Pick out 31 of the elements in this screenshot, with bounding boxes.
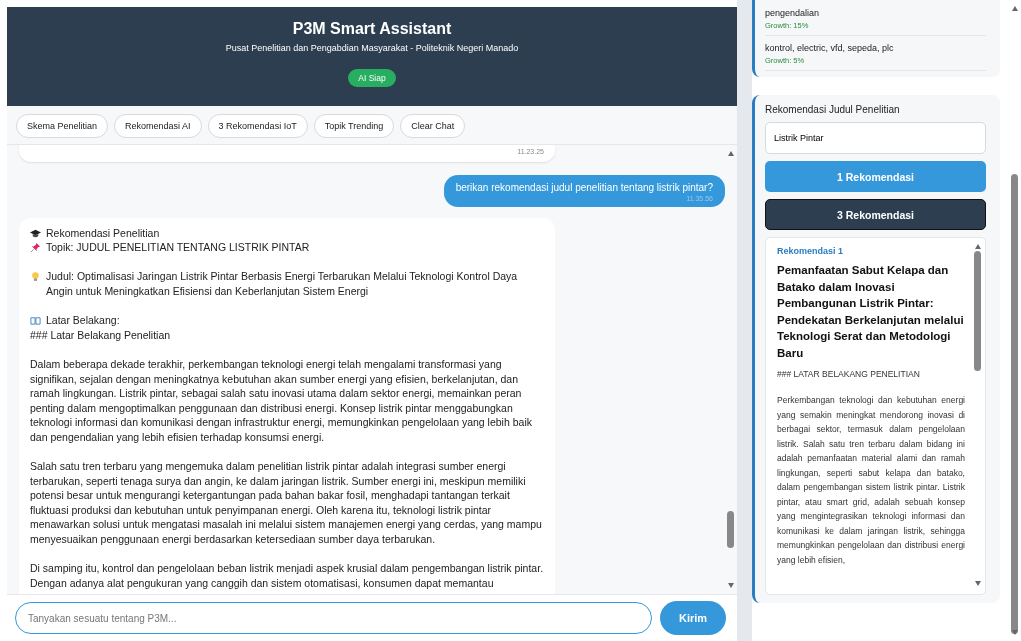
message-text: Rekomendasi Penelitian [46, 225, 160, 241]
result-title: Pemanfaatan Sabut Kelapa dan Batako dalam Inovasi Pembangunan Listrik Pintar: Pendekatan Berkelanjutan melalui Teknologi Serat dan Metodologi Baru [777, 263, 965, 361]
topic-keywords: pengendalian [765, 8, 821, 18]
open-book-icon [30, 315, 41, 327]
message-text: Latar Belakang: [46, 313, 120, 328]
quick-action-chip[interactable]: Skema Penelitian [16, 114, 109, 138]
quick-action-chip[interactable]: 3 Rekomendasi IoT [207, 114, 308, 138]
quick-action-chip[interactable]: Rekomendasi AI [114, 114, 202, 138]
app-title: P3M Smart Assistant [292, 20, 452, 38]
message-text: Dalam beberapa dekade terakhir, perkembangan teknologi energi telah mengalami transformasi yang signifikan, sejalan dengan meningkatnya kebutuhan akan sumber energi yang efisien, berkelanjutan, dan ramah lingkungan. Listrik pintar, sebagai salah satu inovasi utama dalam sektor energi, memainkan peran penting dalam mengoptimalkan penggunaan dan distribusi energi. Konsep listrik pintar menggabungkan teknologi informasi dan komunikasi dengan infrastruktur energi, memungkinkan pengelolaan yang lebih baik dan pengendalian yang lebih efisien terhadap konsumsi energi. [30, 356, 533, 445]
recommend-button[interactable]: 3 Rekomendasi [765, 199, 986, 230]
message-text: berikan rekomendasi judul penelitian tentang listrik pintar? [455, 181, 713, 193]
message-text: Judul: Optimalisasi Jaringan Listrik Pintar Berbasis Energi Terbarukan Melalui Teknologi Kontrol Daya Angin untuk Meningkatkan Efisiensi dan Keberlanjutan Sistem Energi [46, 269, 519, 299]
message-text: ### Latar Belakang Penelitian [30, 327, 171, 343]
section-heading: ### LATAR BELAKANG PENELITIAN [777, 369, 921, 379]
topic-input[interactable]: Listrik Pintar [765, 122, 986, 154]
message-text: Salah satu tren terbaru yang mengemuka dalam penelitian listrik pintar adalah integrasi sumber energi terbarukan, seperti tenaga surya dan angin, ke dalam jaringan listrik. Sumber energi ini, meskipun memiliki potensi besar untuk mengurangi ketergantungan pada bahan bakar fosil, menghadapi tantangan terkait fluktuasi produksi dan kebutuhan untuk penyimpanan energi. Oleh karena itu, teknologi listrik pintar menawarkan solusi untuk mengatasi masalah ini melalui sistem manajemen energi yang cerdas, yang mampu menyesuaikan penggunaan energi berdasarkan ketersediaan sumber daya terbarukan. [30, 459, 543, 547]
result-label: Rekomendasi 1 [777, 246, 845, 256]
result-text: Perkembangan teknologi dan kebutuhan energi yang semakin meningkat mendorong inovasi di berbagai sektor, termasuk dalam pengelolaan listrik. Salah satu tren terbaru dalam bidang ini adalah pemanfaatan material alami dan ramah lingkungan, seperti sabut kelapa dan batako, dalam pengembangan sistem listrik pintar. Listrik pintar, atau smart grid, adalah sebuah konsep yang mengintegrasikan teknologi informasi dan komunikasi ke dalam jaringan listrik, sehingga memungkinkan pengelolaan dan distribusi energi yang lebih efisien, [777, 394, 965, 567]
topic-keywords: kontrol, electric, vfd, sepeda, plc [765, 43, 895, 53]
message-text: Di samping itu, kontrol dan pengelolaan beban listrik menjadi aspek krusial dalam pengembangan listrik pintar. Dengan adanya alat pengukuran yang canggih dan sistem otomatisasi, konsumen dapat memantau [30, 561, 544, 591]
message-input[interactable]: Tanyakan sesuatu tentang P3M... [15, 602, 652, 634]
message-text: Topik: JUDUL PENELITIAN TENTANG LISTRIK PINTAR [46, 240, 310, 255]
app-subtitle: Pusat Penelitian dan Pengabdian Masyarakat - Politeknik Negeri Manado [225, 43, 519, 53]
light-bulb-icon [30, 271, 41, 283]
pushpin-icon [30, 242, 41, 254]
quick-action-chip[interactable]: Topik Trending [313, 114, 395, 138]
card-title: Rekomendasi Judul Penelitian [765, 104, 901, 115]
graduation-cap-icon [30, 227, 41, 239]
status-badge: AI Siap [348, 69, 396, 87]
quick-action-chip[interactable]: Clear Chat [400, 114, 466, 138]
